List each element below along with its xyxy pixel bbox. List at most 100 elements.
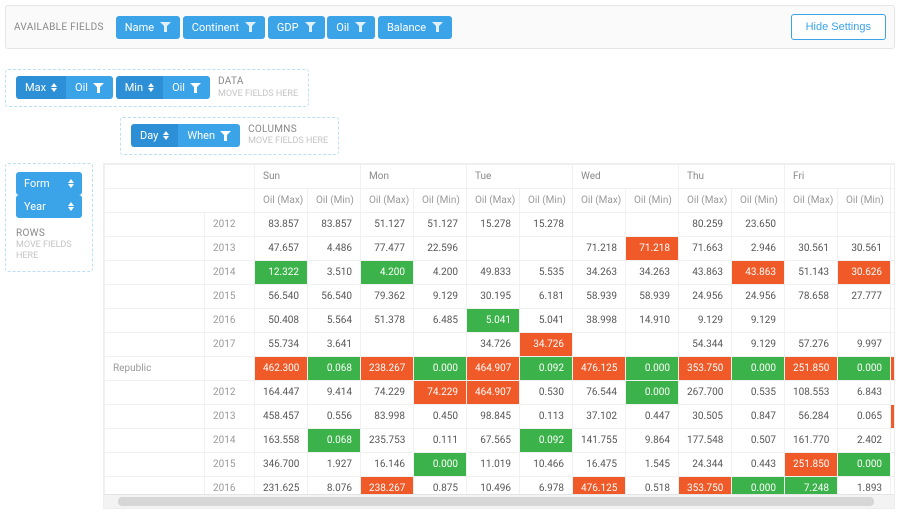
data-cell: 1.545 [626,452,679,476]
data-cell: 9.129 [732,332,785,356]
pivot-grid-scroll[interactable]: SunMonTueWedThuFriSOil (Max)Oil (Min)Oil… [104,164,894,494]
row-group-label: Republic [105,356,205,380]
data-cell: 462.300 [255,356,308,380]
table-row: 2014163.5580.068235.7530.11167.5650.0921… [105,428,895,452]
data-cell: 0.443 [732,452,785,476]
data-cell: 476.125 [573,356,626,380]
data-chip-0[interactable]: MaxOil [16,76,113,99]
data-cell: 0.092 [520,428,573,452]
data-cell: 267.700 [679,380,732,404]
data-cell: 47.657 [255,236,308,260]
table-row: 201412.3223.5104.2004.20049.8335.53534.2… [105,260,895,284]
data-cell: 98.845 [467,404,520,428]
data-cell: 163.558 [255,428,308,452]
data-dropzone[interactable]: MaxOil MinOil DATA MOVE FIELDS HERE [5,69,309,107]
data-cell: 0.556 [308,404,361,428]
data-cell: 83.998 [361,404,414,428]
data-cell: 43.863 [679,260,732,284]
data-cell: 9.864 [626,428,679,452]
data-cell: 7.248 [785,476,838,494]
data-cell: 0.518 [626,476,679,494]
field-chip-continent[interactable]: Continent [183,16,265,39]
table-row: 2013458.4570.55683.9980.45098.8450.11337… [105,404,895,428]
columns-zone-title: COLUMNS [248,124,328,137]
data-cell: 5.041 [520,308,573,332]
year-cell: 2014 [205,260,255,284]
data-cell: 108.553 [785,380,838,404]
data-cell: 80.259 [679,212,732,236]
data-cell: 1.893 [838,476,891,494]
data-cell [891,212,894,236]
metric-header: Oil (Max) [361,188,414,212]
data-cell: 34.726 [467,332,520,356]
column-chip-0[interactable]: DayWhen [131,124,240,147]
data-cell: 24.344 [679,452,732,476]
data-cell [891,332,894,356]
data-cell [361,332,414,356]
data-cell: 37.102 [573,404,626,428]
hide-settings-button[interactable]: Hide Settings [791,14,886,40]
table-row: 201283.85783.85751.12751.12715.27815.278… [105,212,895,236]
data-cell: 0.000 [414,356,467,380]
data-cell: 58.939 [573,284,626,308]
data-cell: 353.750 [679,476,732,494]
data-cell: 34.263 [626,260,679,284]
data-cell [414,332,467,356]
day-header: Tue [467,164,573,188]
data-zone-sub: MOVE FIELDS HERE [218,89,298,100]
data-cell: 83.857 [308,212,361,236]
row-chip-form[interactable]: Form [16,172,82,195]
data-cell: 161.770 [785,428,838,452]
year-cell: 2016 [205,308,255,332]
row-chip-year[interactable]: Year [16,195,82,218]
data-cell: 71.218 [573,236,626,260]
filter-icon [432,22,443,32]
data-cell: 38.998 [573,308,626,332]
metric-header: Oil (Max) [573,188,626,212]
data-cell: 251.850 [785,452,838,476]
data-cell: 15.278 [520,212,573,236]
data-cell: 0.065 [838,404,891,428]
rows-dropzone[interactable]: FormYear ROWS MOVE FIELDS HERE [5,163,93,272]
data-cell [785,212,838,236]
data-cell: 4.200 [361,260,414,284]
data-cell: 177.548 [679,428,732,452]
data-cell: 464.907 [467,380,520,404]
field-chip-balance[interactable]: Balance [378,16,452,39]
data-cell: 9.129 [732,308,785,332]
data-cell: 3.510 [308,260,361,284]
field-chip-name[interactable]: Name [116,16,180,39]
data-cell: 0.000 [732,356,785,380]
filter-icon [220,131,231,141]
available-fields: AVAILABLE FIELDS Name Continent GDP Oil … [14,16,452,39]
table-row: 2016231.6258.076238.2670.87510.4966.9784… [105,476,895,494]
year-cell: 2017 [205,332,255,356]
data-cell [573,212,626,236]
data-cell [891,308,894,332]
rows-zone-sub: MOVE FIELDS HERE [16,240,82,263]
field-chip-gdp[interactable]: GDP [268,16,325,39]
data-cell: 235.753 [361,428,414,452]
sort-icon [163,131,169,140]
data-zone-title: DATA [218,76,298,89]
columns-zone-sub: MOVE FIELDS HERE [248,136,328,147]
data-cell: 141.755 [573,428,626,452]
data-cell: 0.068 [308,428,361,452]
table-row: 201650.4085.56451.3786.4855.0415.04138.9… [105,308,895,332]
data-cell: 1.927 [308,452,361,476]
data-cell: 0.000 [838,356,891,380]
data-cell: 51.127 [414,212,467,236]
field-chip-oil[interactable]: Oil [327,16,375,39]
data-cell: 0.447 [626,404,679,428]
data-cell: 8.076 [308,476,361,494]
data-cell: 30.626 [838,260,891,284]
data-cell: 6.978 [520,476,573,494]
data-cell [573,332,626,356]
available-fields-label: AVAILABLE FIELDS [14,22,104,33]
data-chip-1[interactable]: MinOil [116,76,210,99]
horizontal-scrollbar[interactable] [104,494,894,508]
data-cell: 76.544 [573,380,626,404]
data-cell [891,404,894,428]
columns-dropzone[interactable]: DayWhen COLUMNS MOVE FIELDS HERE [120,117,339,155]
data-cell: 0.535 [732,380,785,404]
